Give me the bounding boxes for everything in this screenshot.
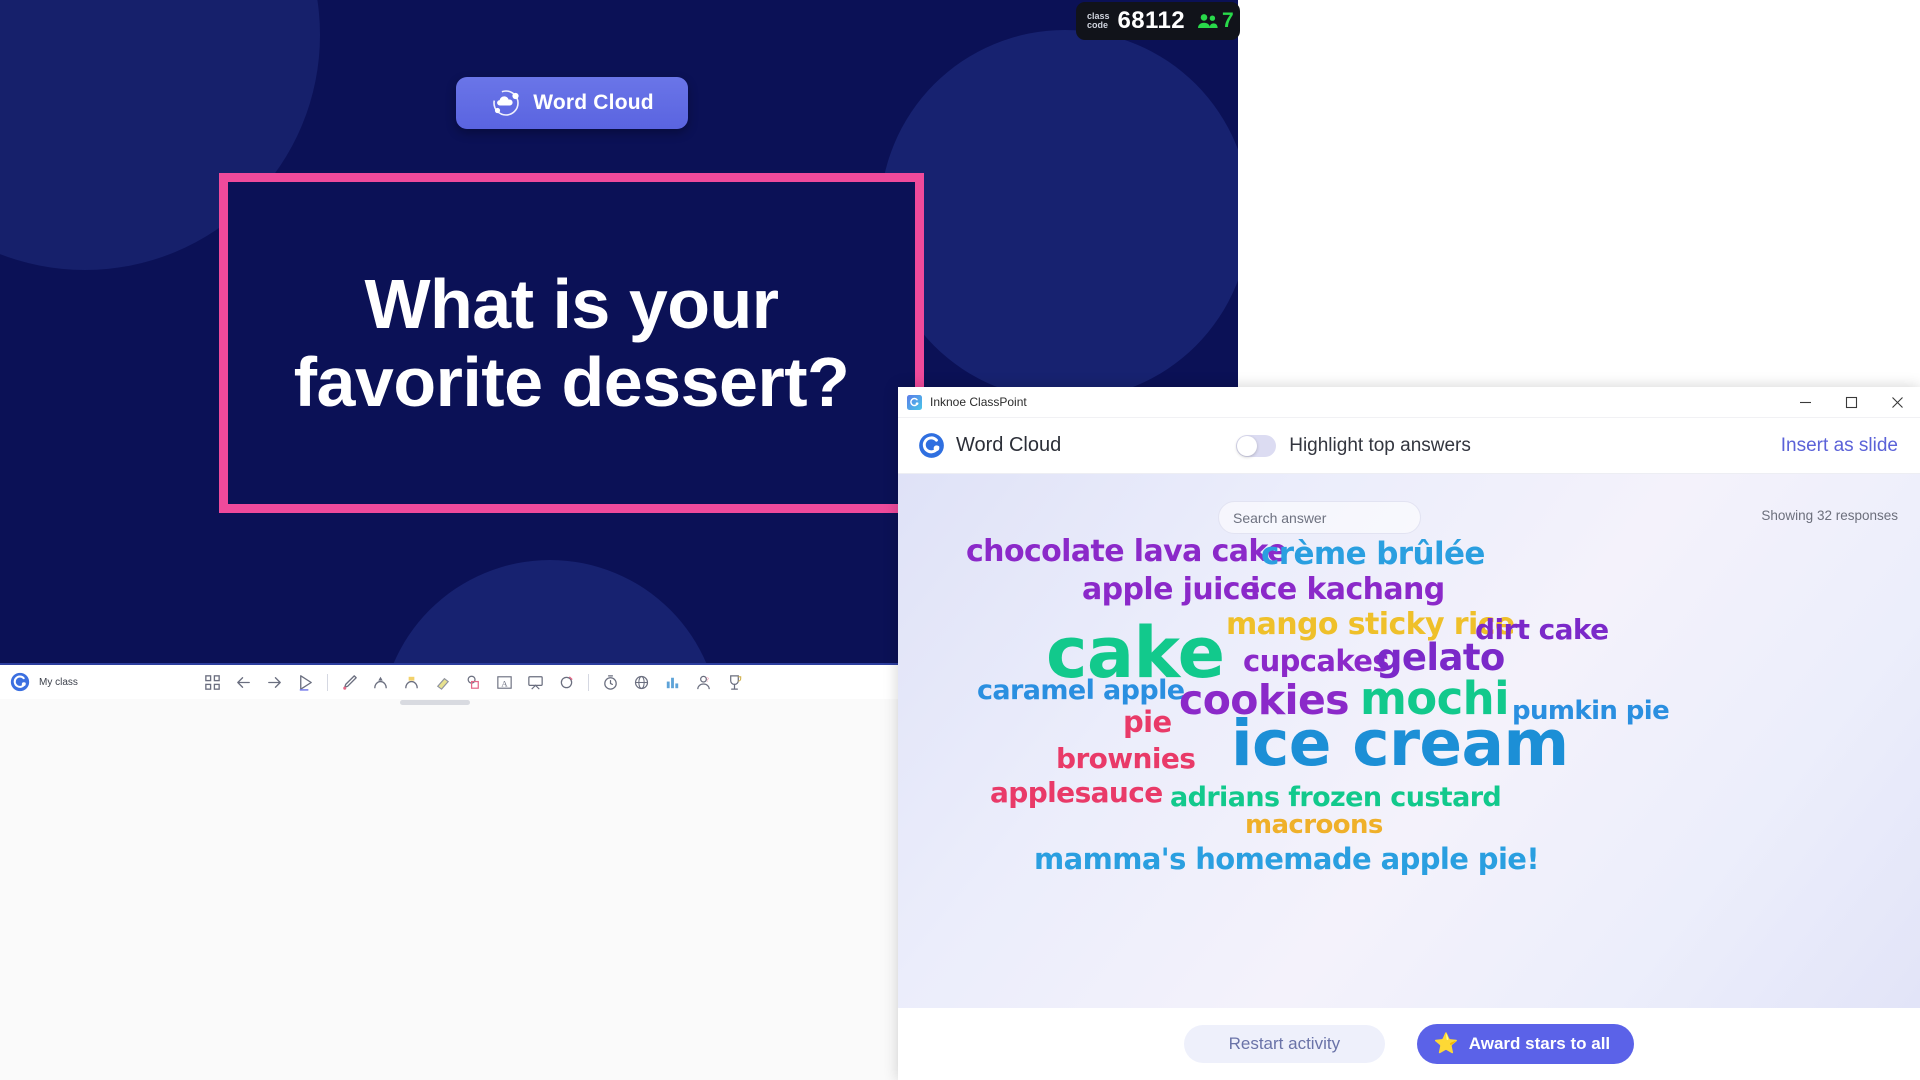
maximize-button[interactable] <box>1828 387 1874 418</box>
whiteboard-icon[interactable] <box>526 673 545 692</box>
question-line-2: favorite dessert? <box>293 343 850 421</box>
slide-decoration-circle <box>380 560 720 663</box>
window-title-bar[interactable]: Inknoe ClassPoint <box>898 387 1920 418</box>
word-cloud-word[interactable]: mamma's homemade apple pie! <box>1034 842 1540 876</box>
highlight-top-answers-control[interactable]: Highlight top answers <box>1236 434 1471 457</box>
pen-icon[interactable] <box>340 673 359 692</box>
star-icon: ⭐ <box>1433 1033 1459 1055</box>
word-cloud-word[interactable]: applesauce <box>990 776 1163 809</box>
class-code-label: class code <box>1087 10 1110 30</box>
laser-pointer-icon[interactable] <box>296 673 315 692</box>
close-button[interactable] <box>1874 387 1920 418</box>
word-cloud-activity-badge[interactable]: Word Cloud <box>456 77 688 129</box>
class-code-badge[interactable]: class code 68112 7 <box>1076 2 1240 40</box>
word-cloud-word[interactable]: apple juice <box>1082 572 1260 607</box>
svg-text:A: A <box>501 678 508 688</box>
toggle-knob <box>1237 435 1258 456</box>
next-slide-icon[interactable] <box>265 673 284 692</box>
maximize-icon <box>1845 396 1857 408</box>
award-stars-button[interactable]: ⭐ Award stars to all <box>1416 1024 1635 1064</box>
presentation-lower-area <box>0 699 901 1080</box>
word-cloud-word[interactable]: caramel apple <box>977 675 1185 706</box>
previous-slide-icon[interactable] <box>234 673 253 692</box>
word-cloud-activity-label: Word Cloud <box>533 91 654 114</box>
people-icon <box>1197 14 1218 28</box>
word-cloud-word[interactable]: macroons <box>1245 810 1383 840</box>
bar-chart-icon[interactable] <box>663 673 682 692</box>
toolbar-divider <box>587 673 589 691</box>
text-box-icon[interactable]: A <box>495 673 514 692</box>
word-cloud-word[interactable]: chocolate lava cake <box>966 534 1287 569</box>
grid-view-icon[interactable] <box>203 673 222 692</box>
slide-decoration-circle <box>880 30 1238 400</box>
participants-count: 7 <box>1221 9 1234 32</box>
word-cloud-word[interactable]: pie <box>1123 705 1172 739</box>
award-stars-label: Award stars to all <box>1468 1034 1611 1053</box>
activity-header: Word Cloud Highlight top answers Insert … <box>898 418 1920 474</box>
minimize-button[interactable] <box>1782 387 1828 418</box>
minimize-icon <box>1799 401 1811 403</box>
quiz-icon[interactable]: ? <box>694 673 713 692</box>
eraser-icon[interactable] <box>433 673 452 692</box>
classpoint-logo-icon <box>919 433 944 458</box>
classpoint-window: Inknoe ClassPoint Word Cloud Highlight t… <box>898 387 1920 1080</box>
word-cloud-canvas: Showing 32 responses chocolate lava cake… <box>898 474 1920 1008</box>
presentation-tool-icons[interactable]: A ? <box>203 673 744 692</box>
question-line-1: What is your <box>364 264 779 343</box>
participants-group: 7 <box>1197 9 1234 33</box>
showing-responses-label: Showing 32 responses <box>1761 508 1898 523</box>
word-cloud-word[interactable]: ice cream <box>1231 707 1569 780</box>
close-icon <box>1891 396 1903 408</box>
restart-activity-button[interactable]: Restart activity <box>1183 1025 1385 1063</box>
slide-scroll-indicator[interactable] <box>400 700 470 705</box>
classpoint-presentation-toolbar[interactable]: My class A ? <box>0 663 901 699</box>
drag-icon[interactable] <box>557 673 576 692</box>
pen-thin-icon[interactable] <box>371 673 390 692</box>
activity-footer: Restart activity ⭐ Award stars to all <box>898 1008 1920 1080</box>
word-cloud-word[interactable]: adrians frozen custard <box>1170 782 1502 813</box>
toolbar-divider <box>326 673 328 691</box>
window-controls[interactable] <box>1782 387 1920 418</box>
class-name-label: My class <box>39 676 78 688</box>
shapes-icon[interactable] <box>464 673 483 692</box>
insert-as-slide-button[interactable]: Insert as slide <box>1781 435 1898 457</box>
timer-icon[interactable] <box>601 673 620 692</box>
activity-title: Word Cloud <box>956 434 1062 456</box>
class-code-value: 68112 <box>1117 7 1185 34</box>
browser-icon[interactable] <box>632 673 651 692</box>
word-cloud: chocolate lava cake crème brûlée apple jui… <box>898 524 1920 892</box>
slide-question-box: What is your favorite dessert? <box>219 173 924 513</box>
trophy-icon[interactable] <box>725 673 744 692</box>
word-cloud-word[interactable]: ice kachang <box>1250 572 1445 607</box>
highlighter-icon[interactable] <box>402 673 421 692</box>
slide-question-text: What is your favorite dessert? <box>228 182 915 504</box>
window-title-label: Inknoe ClassPoint <box>930 395 1027 409</box>
word-cloud-word[interactable]: crème brûlée <box>1261 536 1485 572</box>
desktop-background-right <box>1238 0 1920 387</box>
highlight-top-answers-toggle[interactable] <box>1236 434 1277 457</box>
highlight-top-answers-label: Highlight top answers <box>1289 434 1471 456</box>
svg-text:?: ? <box>706 676 709 683</box>
classpoint-logo-icon <box>10 672 30 692</box>
word-cloud-icon <box>493 90 520 116</box>
word-cloud-word[interactable]: brownies <box>1056 742 1196 775</box>
classpoint-app-icon <box>907 394 922 410</box>
